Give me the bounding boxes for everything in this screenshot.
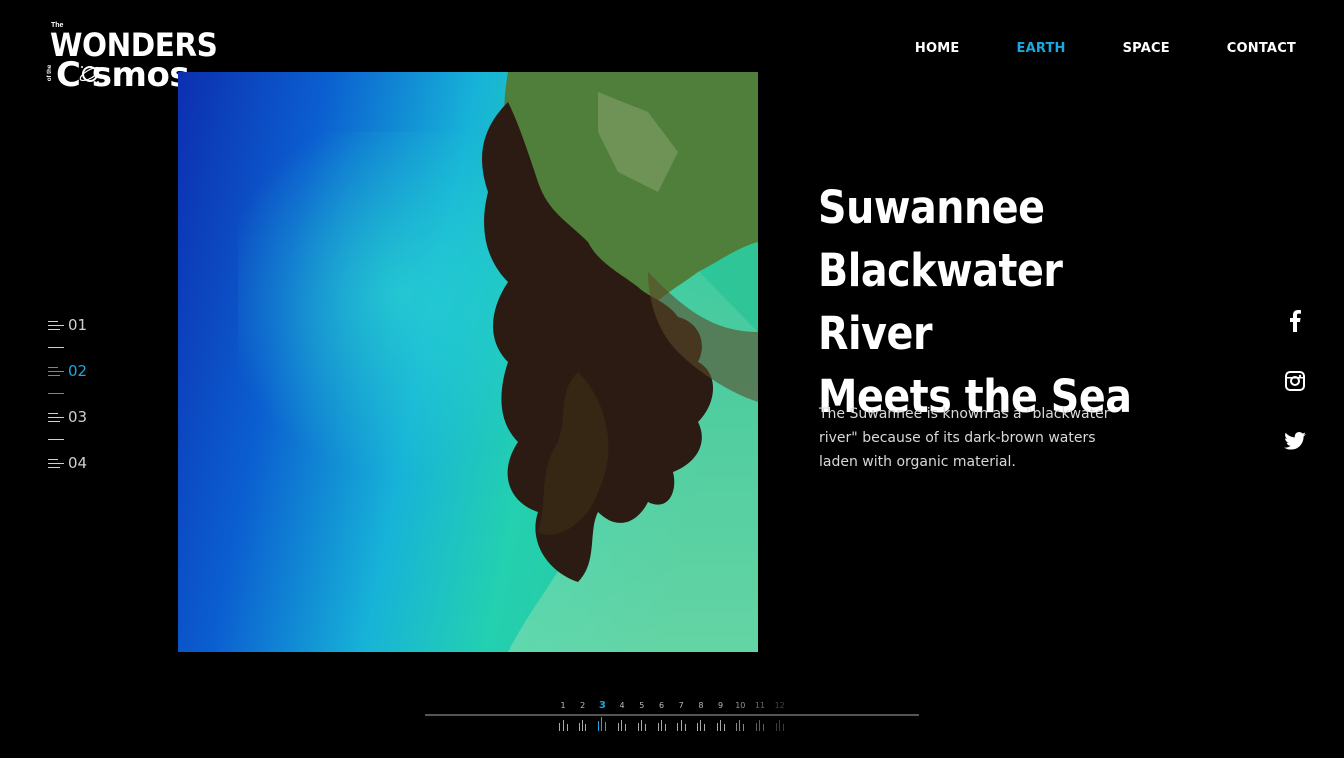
timeline-tick-bars bbox=[691, 717, 711, 731]
logo-of-the: of the bbox=[47, 64, 54, 82]
nav-earth[interactable]: EARTH bbox=[1016, 41, 1065, 56]
nav-home[interactable]: HOME bbox=[915, 41, 960, 56]
nav-contact[interactable]: CONTACT bbox=[1227, 41, 1296, 56]
timeline-tick-label: 8 bbox=[698, 701, 704, 710]
twitter-icon[interactable] bbox=[1282, 428, 1308, 454]
planet-icon bbox=[79, 66, 101, 83]
timeline-tick-label: 12 bbox=[774, 701, 785, 710]
menu-lines-icon bbox=[48, 457, 64, 469]
timeline-tick-bars bbox=[652, 717, 672, 731]
timeline-tick-6[interactable]: 6 bbox=[652, 700, 672, 731]
timeline-tick-bars bbox=[750, 717, 770, 731]
slide-item-02[interactable]: 02 bbox=[48, 361, 87, 381]
timeline-tick-bars bbox=[632, 717, 652, 731]
timeline-tick-bars bbox=[573, 717, 593, 731]
timeline-tick-1[interactable]: 1 bbox=[553, 700, 573, 731]
timeline-tick-label: 4 bbox=[619, 701, 625, 710]
slide-number: 01 bbox=[68, 316, 88, 334]
slide-divider bbox=[48, 439, 64, 440]
logo-cosmos: C smos bbox=[56, 55, 190, 95]
timeline-tick-label: 9 bbox=[718, 701, 724, 710]
timeline-tick-5[interactable]: 5 bbox=[632, 700, 652, 731]
timeline-tick-12[interactable]: 12 bbox=[770, 700, 790, 731]
article-title: Suwannee Blackwater River Meets the Sea bbox=[818, 176, 1170, 428]
timeline-tick-bars bbox=[612, 717, 632, 731]
timeline-tick-label: 11 bbox=[754, 701, 766, 710]
slide-number: 04 bbox=[68, 454, 88, 472]
timeline-tick-7[interactable]: 7 bbox=[671, 700, 691, 731]
menu-lines-icon bbox=[48, 411, 64, 423]
timeline-tick-label: 2 bbox=[580, 701, 586, 710]
timeline-tick-label: 6 bbox=[658, 701, 665, 710]
menu-lines-icon bbox=[48, 365, 64, 377]
slide-number: 02 bbox=[68, 362, 88, 380]
timeline-tick-4[interactable]: 4 bbox=[612, 700, 632, 731]
timeline: 1 2 3 4 5 6 7 8 9 10 11 12 bbox=[425, 700, 919, 740]
facebook-icon[interactable] bbox=[1282, 308, 1308, 334]
title-line: Blackwater River bbox=[818, 244, 1063, 360]
timeline-tick-label: 10 bbox=[735, 701, 746, 710]
timeline-tick-11[interactable]: 11 bbox=[750, 700, 770, 731]
timeline-tick-label: 3 bbox=[598, 700, 606, 711]
timeline-tick-bars bbox=[592, 717, 612, 731]
timeline-tick-8[interactable]: 8 bbox=[691, 700, 711, 731]
social-links bbox=[1282, 308, 1308, 488]
slide-item-01[interactable]: 01 bbox=[48, 315, 87, 335]
timeline-tick-2[interactable]: 2 bbox=[573, 700, 593, 731]
timeline-tick-bars bbox=[770, 717, 790, 731]
slide-number: 03 bbox=[68, 408, 88, 426]
timeline-tick-10[interactable]: 10 bbox=[730, 700, 750, 731]
timeline-tick-9[interactable]: 9 bbox=[711, 700, 731, 731]
timeline-tick-label: 5 bbox=[639, 701, 645, 710]
satellite-image bbox=[178, 72, 758, 652]
timeline-tick-bars bbox=[553, 717, 573, 731]
slide-divider bbox=[48, 347, 64, 348]
main-nav: HOME EARTH SPACE CONTACT bbox=[858, 41, 1296, 56]
slide-item-04[interactable]: 04 bbox=[48, 453, 87, 473]
timeline-tick-label: 1 bbox=[560, 701, 566, 710]
timeline-tick-bars bbox=[671, 717, 691, 731]
timeline-tick-bars bbox=[711, 717, 731, 731]
timeline-tick-bars bbox=[730, 717, 750, 731]
slide-divider bbox=[48, 393, 64, 394]
slide-item-03[interactable]: 03 bbox=[48, 407, 87, 427]
slide-list: 01 02 03 04 bbox=[48, 315, 87, 473]
timeline-tick-label: 7 bbox=[678, 701, 684, 710]
instagram-icon[interactable] bbox=[1282, 368, 1308, 394]
title-line: Suwannee bbox=[818, 181, 1045, 234]
nav-space[interactable]: SPACE bbox=[1123, 41, 1170, 56]
article-description: The Suwannee is known as a "blackwater r… bbox=[819, 406, 1110, 470]
timeline-tick-3[interactable]: 3 bbox=[592, 700, 612, 731]
menu-lines-icon bbox=[48, 319, 64, 331]
